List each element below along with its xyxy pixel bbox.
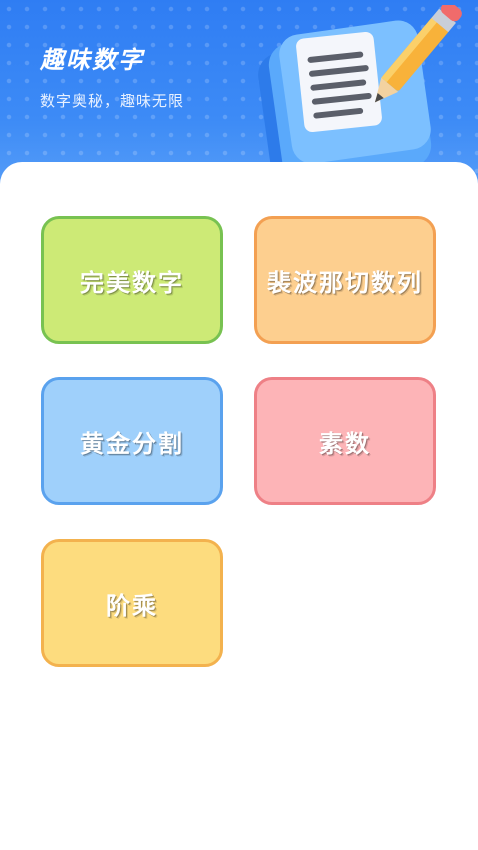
card-fibonacci[interactable]: 裴波那切数列 [254,216,436,344]
card-golden-ratio[interactable]: 黄金分割 [41,377,223,505]
card-label: 完美数字 [80,268,184,297]
card-factorial[interactable]: 阶乘 [41,539,223,667]
card-perfect-number[interactable]: 完美数字 [41,216,223,344]
card-label: 黄金分割 [80,429,184,458]
card-prime-number[interactable]: 素数 [254,377,436,505]
app-title: 趣味数字 [40,46,144,74]
app-subtitle: 数字奥秘，趣味无限 [40,92,185,110]
card-label: 裴波那切数列 [267,268,423,297]
card-label: 素数 [319,429,371,458]
notebook-pencil-illustration [258,5,462,175]
card-label: 阶乘 [106,591,158,620]
